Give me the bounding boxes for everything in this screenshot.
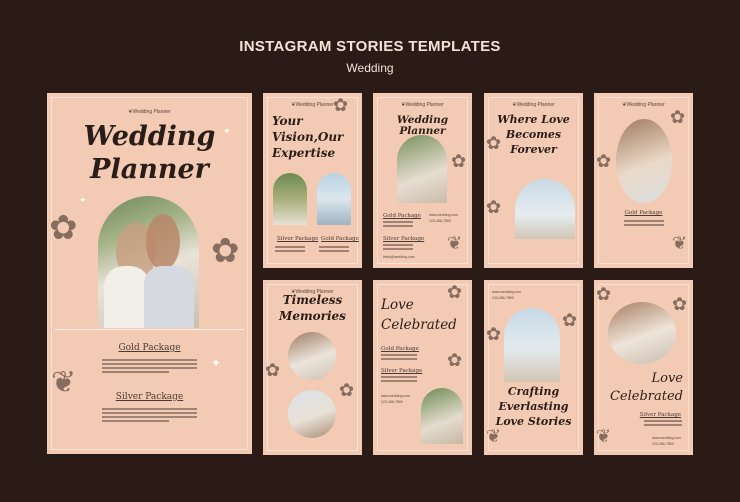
sparkle-icon: ✦ bbox=[79, 196, 87, 206]
flower-icon: ✿ bbox=[672, 294, 688, 315]
sparkle-icon: ✦ bbox=[211, 356, 222, 370]
phone-text: 123-456-7890 bbox=[492, 296, 514, 300]
couple-photo bbox=[608, 302, 676, 364]
page-header: INSTAGRAM STORIES TEMPLATES Wedding bbox=[0, 38, 740, 75]
flower-icon: ✿ bbox=[49, 208, 78, 248]
couple-photo bbox=[515, 179, 575, 239]
leaf-icon: ❦ bbox=[486, 426, 502, 447]
flower-icon: ✿ bbox=[265, 360, 281, 381]
page-title: INSTAGRAM STORIES TEMPLATES bbox=[239, 38, 501, 55]
phone-text: 123-456-7890 bbox=[429, 219, 451, 223]
package-text bbox=[383, 244, 413, 252]
flower-icon: ✿ bbox=[670, 107, 686, 128]
story-card-8[interactable]: Love Celebrated Silver Package www.weddi… bbox=[594, 280, 693, 455]
card1-title-line2: Vision,Our bbox=[272, 130, 344, 144]
gold-package-link[interactable]: Gold Package bbox=[594, 210, 693, 216]
story-card-3[interactable]: Wedding Planner Where Love Becomes Forev… bbox=[484, 93, 583, 268]
brand-label: Wedding Planner bbox=[373, 102, 472, 108]
card8-title-line1: Love bbox=[651, 371, 684, 386]
leaf-icon: ❦ bbox=[596, 426, 612, 447]
gold-package-link[interactable]: Gold Package bbox=[321, 236, 359, 242]
gold-package-link[interactable]: Gold Package bbox=[47, 343, 252, 353]
sparkle-icon: ✦ bbox=[223, 127, 231, 137]
flower-icon: ✿ bbox=[333, 95, 349, 116]
story-card-5[interactable]: Wedding Planner Timeless Memories ✿ ✿ bbox=[263, 280, 362, 455]
card7-title-line1: Crafting bbox=[507, 385, 560, 398]
story-card-1[interactable]: Wedding Planner Your Vision,Our Expertis… bbox=[263, 93, 362, 268]
couple-photo bbox=[421, 388, 463, 444]
card1-title-line3: Expertise bbox=[272, 146, 336, 160]
story-card-7[interactable]: www.wedding.com 123-456-7890 Crafting Ev… bbox=[484, 280, 583, 455]
silver-package-link[interactable]: Silver Package bbox=[277, 236, 318, 242]
card8-title-line2: Celebrated bbox=[609, 389, 683, 404]
brand-label: Wedding Planner bbox=[47, 109, 252, 115]
card1-title-line1: Your bbox=[272, 114, 303, 128]
flower-icon: ✿ bbox=[486, 133, 502, 154]
story-card-6[interactable]: Love Celebrated Gold Package Silver Pack… bbox=[373, 280, 472, 455]
flower-icon: ✿ bbox=[447, 350, 463, 371]
package-text bbox=[644, 420, 682, 428]
main-title-line1: Wedding bbox=[83, 121, 216, 152]
card3-title-line1: Where Love bbox=[497, 113, 570, 126]
website-text: www.wedding.com bbox=[381, 394, 410, 398]
card5-title-line2: Memories bbox=[279, 309, 346, 323]
card7-title-line2: Everlasting bbox=[498, 400, 569, 413]
couple-photo bbox=[273, 173, 307, 225]
contact-info: www.wedding.com 123-456-7890 bbox=[652, 436, 681, 448]
package-text bbox=[381, 354, 417, 362]
divider bbox=[55, 329, 244, 330]
couple-photo bbox=[616, 119, 672, 203]
story-card-4[interactable]: Wedding Planner Gold Package ✿ ✿ ❦ bbox=[594, 93, 693, 268]
silver-package-link[interactable]: Silver Package bbox=[47, 392, 252, 402]
silver-package-link[interactable]: Silver Package bbox=[383, 236, 424, 242]
card6-title-line2: Celebrated bbox=[381, 317, 457, 333]
package-text bbox=[383, 221, 413, 229]
phone-text: 123-456-7890 bbox=[381, 400, 403, 404]
flower-icon: ✿ bbox=[447, 282, 463, 303]
flower-icon: ✿ bbox=[562, 310, 578, 331]
story-card-2[interactable]: Wedding Planner Wedding Planner Gold Pac… bbox=[373, 93, 472, 268]
website-text: www.wedding.com bbox=[429, 213, 458, 217]
gold-package-link[interactable]: Gold Package bbox=[383, 213, 421, 219]
package-text bbox=[624, 220, 664, 228]
couple-photo bbox=[317, 173, 351, 225]
gold-package-link[interactable]: Gold Package bbox=[381, 346, 419, 352]
flower-icon: ✿ bbox=[211, 231, 240, 271]
flower-icon: ✿ bbox=[339, 380, 355, 401]
leaf-icon: ❦ bbox=[672, 233, 688, 254]
main-title-line2: Planner bbox=[90, 154, 209, 185]
flower-icon: ✿ bbox=[486, 324, 502, 345]
email-text: hello@wedding.com bbox=[383, 255, 415, 259]
couple-photo bbox=[397, 135, 447, 203]
couple-photo bbox=[504, 308, 560, 382]
page-subtitle: Wedding bbox=[346, 61, 394, 75]
package-text bbox=[381, 376, 417, 384]
leaf-icon: ❦ bbox=[51, 365, 77, 400]
gold-package-text bbox=[102, 359, 197, 375]
couple-photo bbox=[288, 390, 336, 438]
contact-info: www.wedding.com 123-456-7890 bbox=[381, 394, 410, 406]
flower-icon: ✿ bbox=[486, 197, 502, 218]
story-card-main[interactable]: Wedding Planner Wedding Planner Gold Pac… bbox=[47, 93, 252, 454]
card2-title: Wedding Planner bbox=[396, 114, 449, 138]
card5-title-line1: Timeless bbox=[282, 293, 343, 307]
brand-label: Wedding Planner bbox=[484, 102, 583, 108]
couple-photo bbox=[288, 332, 336, 380]
flower-icon: ✿ bbox=[596, 151, 612, 172]
leaf-icon: ❦ bbox=[447, 233, 463, 254]
couple-photo bbox=[98, 196, 199, 328]
silver-package-link[interactable]: Silver Package bbox=[640, 412, 681, 418]
flower-icon: ✿ bbox=[596, 284, 612, 305]
website-text: www.wedding.com bbox=[652, 436, 681, 440]
silver-package-link[interactable]: Silver Package bbox=[381, 368, 422, 374]
website-text: www.wedding.com bbox=[492, 290, 521, 294]
package-text bbox=[275, 246, 305, 254]
contact-info: www.wedding.com 123-456-7890 bbox=[429, 213, 458, 225]
contact-info: www.wedding.com 123-456-7890 bbox=[492, 290, 521, 302]
package-text bbox=[319, 246, 349, 254]
phone-text: 123-456-7890 bbox=[652, 442, 674, 446]
silver-package-text bbox=[102, 408, 197, 424]
flower-icon: ✿ bbox=[451, 151, 467, 172]
